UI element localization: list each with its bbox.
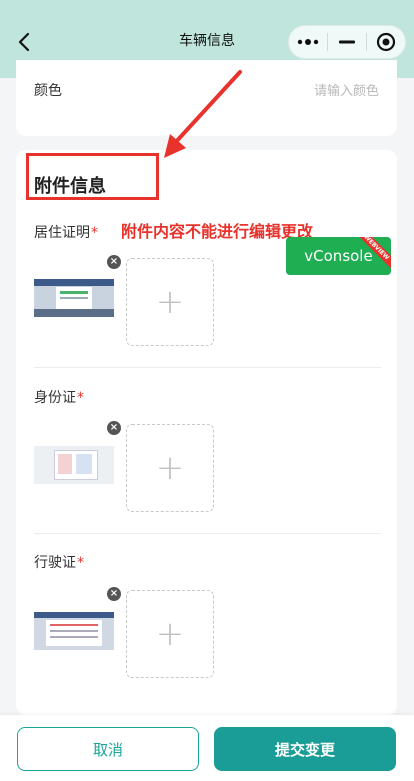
cancel-button[interactable]: 取消	[17, 727, 199, 771]
attachment-thumbnail[interactable]	[34, 446, 114, 484]
annotation-arrow-icon	[164, 70, 242, 158]
annotation-highlight-box	[26, 153, 159, 200]
required-mark: *	[77, 390, 84, 406]
color-label: 颜色	[34, 83, 62, 99]
annotation-note: 附件内容不能进行编辑更改	[121, 222, 314, 241]
attachment-thumbnail[interactable]	[34, 612, 114, 650]
vconsole-button[interactable]: vConsole WEBVIEW	[286, 237, 391, 275]
submit-change-button[interactable]: 提交变更	[214, 727, 396, 771]
plus-icon: +	[155, 614, 185, 654]
mini-program-capsule	[288, 25, 406, 59]
minimize-icon	[339, 40, 355, 44]
plus-icon: +	[155, 448, 185, 488]
record-target-icon	[376, 32, 396, 52]
bottom-action-bar: 取消 提交变更	[0, 715, 414, 781]
upload-button[interactable]: +	[126, 590, 214, 678]
divider	[34, 533, 381, 534]
field-label-text: 身份证	[34, 390, 76, 406]
field-label-text: 居住证明	[34, 225, 90, 241]
color-input[interactable]: 请输入颜色	[314, 80, 379, 99]
upload-button[interactable]: +	[126, 258, 214, 346]
residence-proof-label: 居住证明*	[34, 222, 98, 242]
delete-attachment-button[interactable]: ×	[107, 255, 121, 269]
more-button[interactable]	[289, 26, 327, 58]
delete-attachment-button[interactable]: ×	[107, 421, 121, 435]
upload-button[interactable]: +	[126, 424, 214, 512]
field-label-text: 行驶证	[34, 555, 76, 571]
more-dots-icon	[297, 39, 319, 45]
plus-icon: +	[155, 282, 185, 322]
close-mini-program-button[interactable]	[367, 26, 405, 58]
minimize-button[interactable]	[328, 26, 366, 58]
required-mark: *	[77, 555, 84, 571]
attachment-thumbnail[interactable]	[34, 279, 114, 317]
divider	[34, 367, 381, 368]
id-card-label: 身份证*	[34, 387, 84, 407]
delete-attachment-button[interactable]: ×	[107, 587, 121, 601]
required-mark: *	[91, 225, 98, 241]
vconsole-label: vConsole	[304, 247, 373, 265]
driving-license-label: 行驶证*	[34, 552, 84, 572]
